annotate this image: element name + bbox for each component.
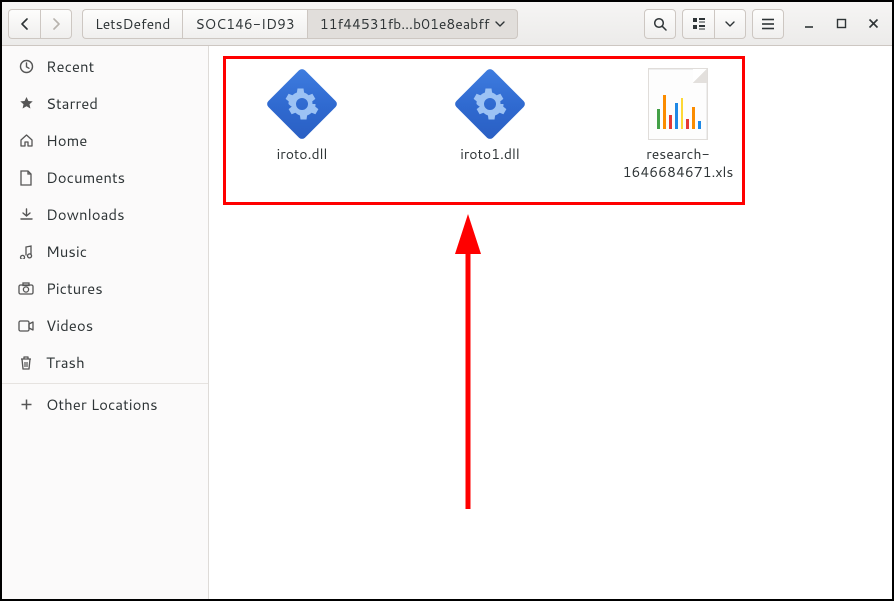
chevron-left-icon	[19, 18, 31, 30]
sidebar-item-trash[interactable]: Trash	[2, 344, 208, 381]
minimize-icon	[803, 18, 815, 30]
folder-view[interactable]: iroto.dll iroto1.dll	[209, 46, 892, 599]
file-label: research-1646684671.xls	[613, 146, 743, 181]
sidebar-item-music[interactable]: Music	[2, 233, 208, 270]
file-label: iroto1.dll	[460, 146, 520, 164]
sidebar-separator	[2, 383, 208, 384]
file-item-iroto1-dll[interactable]: iroto1.dll	[425, 68, 555, 181]
hamburger-icon	[761, 18, 775, 30]
chevron-right-icon	[50, 18, 62, 30]
xls-file-icon	[648, 68, 708, 140]
clock-icon	[18, 59, 34, 74]
view-options-button[interactable]	[714, 9, 746, 39]
back-button[interactable]	[8, 9, 40, 39]
sidebar-item-starred[interactable]: Starred	[2, 85, 208, 122]
headerbar: LetsDefend SOC146-ID93 11f44531fb…b01e8e…	[2, 2, 892, 46]
chevron-down-icon	[725, 19, 735, 29]
view-switcher	[682, 9, 746, 39]
maximize-icon	[836, 18, 847, 29]
sidebar-item-downloads[interactable]: Downloads	[2, 196, 208, 233]
breadcrumb: LetsDefend SOC146-ID93 11f44531fb…b01e8e…	[82, 9, 518, 39]
forward-button[interactable]	[40, 9, 72, 39]
file-label: iroto.dll	[277, 146, 328, 164]
breadcrumb-label: 11f44531fb…b01e8eabff	[320, 14, 490, 34]
sidebar: Recent Starred Home Documents Downloads …	[2, 46, 209, 599]
search-icon	[653, 17, 667, 31]
camera-icon	[18, 282, 34, 295]
dll-file-icon	[266, 68, 338, 140]
file-item-iroto-dll[interactable]: iroto.dll	[237, 68, 367, 181]
sidebar-item-label: Home	[46, 130, 87, 151]
trash-icon	[18, 355, 34, 371]
sidebar-item-pictures[interactable]: Pictures	[2, 270, 208, 307]
breadcrumb-seg-0[interactable]: LetsDefend	[82, 9, 182, 39]
sidebar-item-home[interactable]: Home	[2, 122, 208, 159]
breadcrumb-seg-2[interactable]: 11f44531fb…b01e8eabff	[307, 9, 519, 39]
file-manager-window: LetsDefend SOC146-ID93 11f44531fb…b01e8e…	[0, 0, 894, 601]
grid-icon	[692, 17, 706, 31]
sidebar-item-label: Videos	[46, 315, 93, 336]
sidebar-item-other-locations[interactable]: Other Locations	[2, 386, 208, 423]
breadcrumb-label: LetsDefend	[95, 14, 170, 34]
download-icon	[18, 207, 34, 222]
body: Recent Starred Home Documents Downloads …	[2, 46, 892, 599]
file-item-research-xls[interactable]: research-1646684671.xls	[613, 68, 743, 181]
gear-icon	[284, 86, 320, 122]
close-button[interactable]	[864, 9, 882, 39]
sidebar-item-label: Documents	[46, 167, 125, 188]
sidebar-item-label: Trash	[46, 352, 85, 373]
minimize-button[interactable]	[800, 9, 818, 39]
home-icon	[18, 133, 34, 148]
gear-icon	[472, 86, 508, 122]
chevron-down-icon	[495, 19, 505, 29]
close-icon	[868, 18, 879, 29]
chart-thumbnail-icon	[657, 91, 701, 129]
music-icon	[18, 244, 34, 259]
sidebar-item-recent[interactable]: Recent	[2, 48, 208, 85]
sidebar-item-label: Downloads	[46, 204, 125, 225]
sidebar-item-label: Pictures	[46, 278, 103, 299]
search-button[interactable]	[644, 9, 676, 39]
breadcrumb-seg-1[interactable]: SOC146-ID93	[182, 9, 306, 39]
video-icon	[18, 320, 34, 332]
sidebar-item-videos[interactable]: Videos	[2, 307, 208, 344]
annotation-arrow-icon	[453, 214, 483, 514]
sidebar-item-documents[interactable]: Documents	[2, 159, 208, 196]
doc-icon	[18, 170, 34, 186]
breadcrumb-label: SOC146-ID93	[195, 14, 294, 34]
sidebar-item-label: Starred	[46, 93, 98, 114]
maximize-button[interactable]	[832, 9, 850, 39]
sidebar-item-label: Other Locations	[46, 394, 158, 415]
nav-buttons	[8, 9, 72, 39]
sidebar-item-label: Music	[46, 241, 87, 262]
star-icon	[18, 96, 34, 111]
plus-icon	[18, 398, 34, 411]
hamburger-menu-button[interactable]	[752, 9, 784, 39]
dll-file-icon	[454, 68, 526, 140]
window-controls	[800, 9, 882, 39]
file-grid: iroto.dll iroto1.dll	[237, 68, 743, 181]
icon-view-button[interactable]	[682, 9, 714, 39]
sidebar-item-label: Recent	[46, 56, 94, 77]
